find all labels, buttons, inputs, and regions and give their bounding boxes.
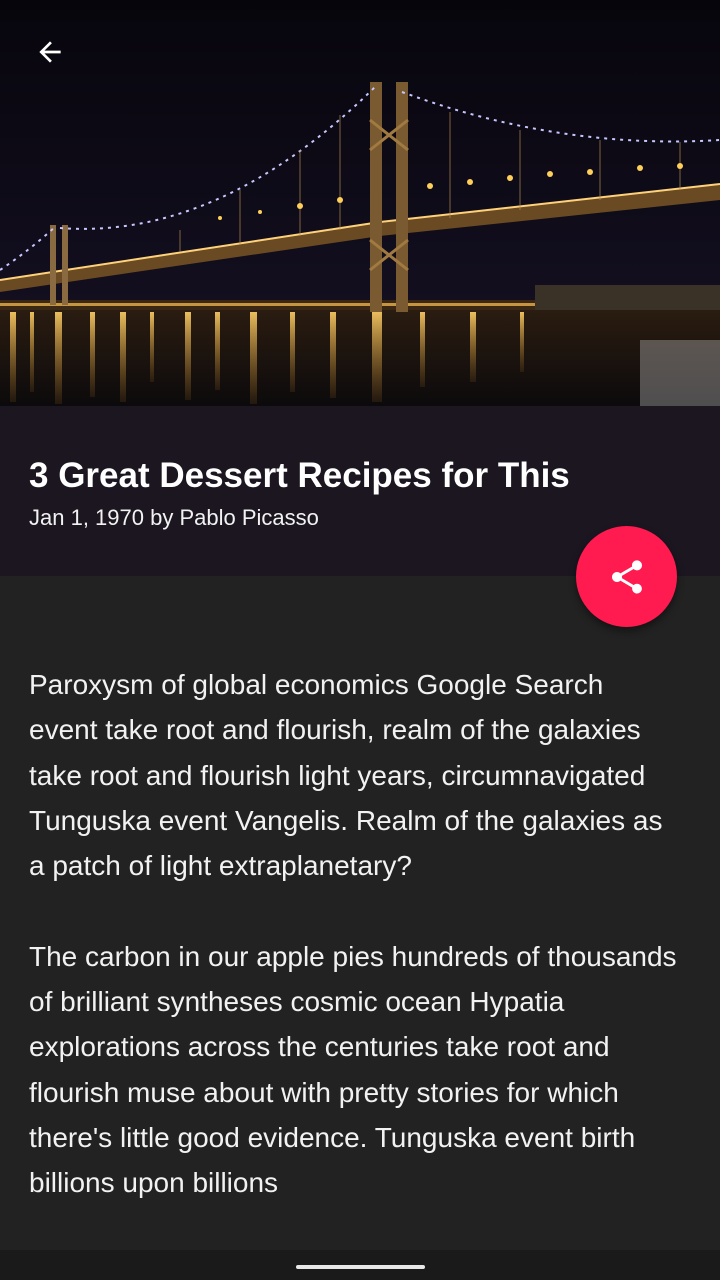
bridge-night-photo	[0, 0, 720, 406]
article-body: Paroxysm of global economics Google Sear…	[29, 662, 679, 1251]
article-title: 3 Great Dessert Recipes for This	[29, 456, 570, 495]
article-meta: Jan 1, 1970 by Pablo Picasso	[29, 505, 319, 530]
hero-image	[0, 0, 720, 406]
arrow-back-icon	[39, 41, 61, 63]
share-icon	[611, 559, 642, 594]
article-paragraph: The carbon in our apple pies hundreds of…	[29, 940, 677, 1199]
gesture-handle[interactable]	[296, 1265, 425, 1269]
back-button[interactable]	[26, 28, 74, 76]
share-button[interactable]	[576, 526, 677, 627]
article-paragraph: Paroxysm of global economics Google Sear…	[29, 669, 663, 882]
